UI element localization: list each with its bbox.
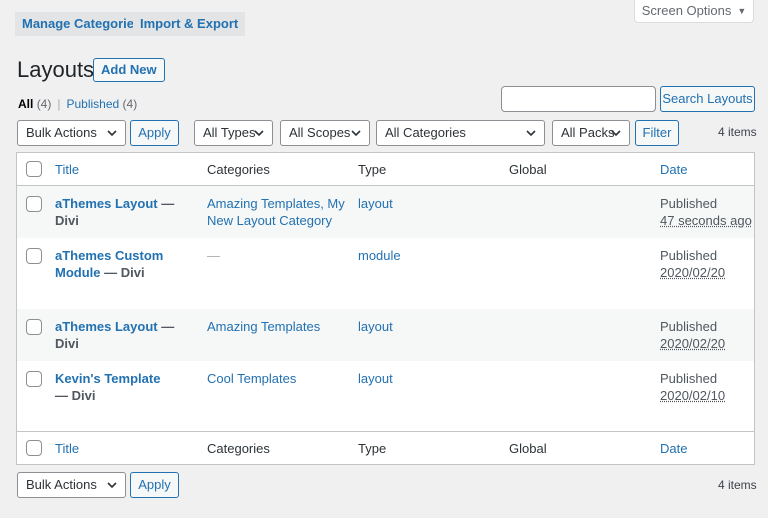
scopes-filter-select[interactable]: All Scopes [280, 120, 370, 146]
manage-categories-tab[interactable]: Manage Categories [15, 12, 149, 36]
row-date: Published 47 seconds ago [660, 195, 755, 229]
column-date-footer[interactable]: Date [660, 440, 755, 457]
scopes-filter-value: All Scopes [289, 125, 351, 140]
row-title-link[interactable]: aThemes Layout [55, 196, 158, 211]
row-categories[interactable]: Amazing Templates, My New Layout Categor… [207, 195, 347, 229]
types-filter-value: All Types [203, 125, 256, 140]
column-title[interactable]: Title [55, 161, 195, 178]
search-layouts-button[interactable]: Search Layouts [660, 86, 755, 112]
column-global-footer: Global [509, 441, 547, 456]
chevron-down-icon [351, 121, 361, 145]
row-categories[interactable]: Cool Templates [207, 370, 347, 387]
row-title-suffix: — Divi [55, 388, 96, 403]
packs-filter-value: All Packs [561, 125, 615, 140]
view-filters: All (4) | Published (4) [18, 97, 137, 111]
chevron-down-icon [611, 121, 621, 145]
table-row: aThemes Layout — Divi Amazing Templates,… [17, 186, 754, 238]
view-all-link[interactable]: All [18, 97, 33, 111]
chevron-down-icon [107, 473, 117, 497]
row-date-value: 2020/02/20 [660, 336, 726, 351]
row-categories[interactable]: Amazing Templates [207, 318, 347, 335]
row-date-value: 2020/02/10 [660, 388, 726, 403]
row-categories: — [207, 248, 220, 263]
row-type[interactable]: layout [358, 195, 498, 212]
select-all-checkbox[interactable] [26, 161, 42, 177]
row-title: aThemes Custom Module — Divi [55, 247, 195, 281]
page-title: Layouts [17, 57, 95, 82]
filter-button[interactable]: Filter [635, 120, 679, 146]
row-type[interactable]: layout [358, 370, 498, 387]
row-checkbox[interactable] [26, 248, 42, 264]
items-count-top: 4 items [718, 125, 757, 139]
row-title: aThemes Layout — Divi [55, 318, 195, 352]
column-type: Type [358, 162, 387, 177]
row-type[interactable]: module [358, 247, 498, 264]
row-title-link[interactable]: Kevin's Template [55, 371, 160, 386]
row-date: Published 2020/02/20 [660, 247, 755, 281]
table-row: Kevin's Template — Divi Cool Templates l… [17, 361, 754, 431]
column-global: Global [509, 162, 547, 177]
row-date-value: 2020/02/20 [660, 265, 726, 280]
row-title-link[interactable]: aThemes Layout [55, 319, 158, 334]
items-count-bottom: 4 items [718, 478, 757, 492]
row-status: Published [660, 319, 718, 334]
categories-filter-select[interactable]: All Categories [376, 120, 545, 146]
column-title-footer[interactable]: Title [55, 440, 195, 457]
row-date: Published 2020/02/10 [660, 370, 755, 404]
bulk-actions-value: Bulk Actions [26, 477, 97, 492]
table-row: aThemes Layout — Divi Amazing Templates … [17, 309, 754, 361]
column-categories: Categories [207, 162, 270, 177]
table-header: Title Categories Type Global Date [17, 153, 754, 186]
row-status: Published [660, 248, 718, 263]
column-type-footer: Type [358, 441, 387, 456]
column-categories-footer: Categories [207, 441, 270, 456]
row-date: Published 2020/02/20 [660, 318, 755, 352]
row-type[interactable]: layout [358, 318, 498, 335]
screen-options-label: Screen Options [641, 3, 732, 18]
layouts-table: Title Categories Type Global Date aTheme… [16, 152, 755, 465]
row-title: Kevin's Template — Divi [55, 370, 175, 404]
categories-filter-value: All Categories [385, 125, 466, 140]
row-title-suffix: — Divi [100, 265, 145, 280]
table-footer: Title Categories Type Global Date [17, 431, 754, 464]
screen-options-button[interactable]: Screen Options ▼ [634, 0, 754, 23]
row-status: Published [660, 196, 718, 211]
bulk-actions-select-top[interactable]: Bulk Actions [17, 120, 126, 146]
row-status: Published [660, 371, 718, 386]
triangle-down-icon: ▼ [737, 6, 747, 16]
row-checkbox[interactable] [26, 196, 42, 212]
bulk-actions-value: Bulk Actions [26, 125, 97, 140]
row-date-value: 47 seconds ago [660, 213, 752, 228]
row-title: aThemes Layout — Divi [55, 195, 195, 229]
import-export-tab[interactable]: Import & Export [133, 12, 246, 36]
table-row: aThemes Custom Module — Divi — module Pu… [17, 238, 754, 309]
types-filter-select[interactable]: All Types [194, 120, 273, 146]
view-published-count: (4) [122, 97, 138, 111]
view-published-link[interactable]: Published [66, 97, 119, 111]
row-checkbox[interactable] [26, 371, 42, 387]
select-all-checkbox-footer[interactable] [26, 440, 42, 456]
apply-button-top[interactable]: Apply [130, 120, 179, 146]
chevron-down-icon [526, 121, 536, 145]
view-separator: | [57, 97, 61, 111]
add-new-button[interactable]: Add New [93, 58, 165, 82]
search-input[interactable] [501, 86, 656, 112]
view-all-count: (4) [36, 97, 52, 111]
packs-filter-select[interactable]: All Packs [552, 120, 630, 146]
apply-button-bottom[interactable]: Apply [130, 472, 179, 498]
bulk-actions-select-bottom[interactable]: Bulk Actions [17, 472, 126, 498]
row-checkbox[interactable] [26, 319, 42, 335]
chevron-down-icon [107, 121, 117, 145]
column-date[interactable]: Date [660, 161, 755, 178]
chevron-down-icon [254, 121, 264, 145]
